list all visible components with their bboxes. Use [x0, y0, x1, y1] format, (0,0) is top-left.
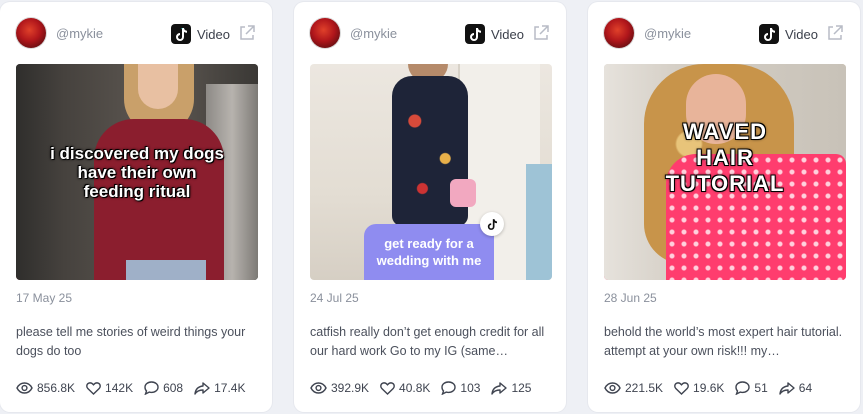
post-date: 24 Jul 25: [310, 291, 359, 305]
engagement-stats: 392.9K 40.8K 103 125: [310, 378, 556, 398]
likes-stat: 142K: [86, 381, 133, 395]
likes-count: 40.8K: [399, 381, 431, 395]
share-arrow-icon: [779, 381, 795, 395]
comments-stat: 103: [441, 381, 480, 395]
creator-handle[interactable]: @mykie: [56, 26, 103, 41]
thumbnail-caption-overlay: WAVED HAIR TUTORIAL: [665, 119, 785, 196]
platform-badge: Video: [464, 23, 524, 45]
shares-stat: 64: [779, 381, 812, 395]
post-caption: behold the world’s most expert hair tuto…: [604, 325, 843, 358]
post-date: 28 Jun 25: [604, 291, 657, 305]
comments-count: 608: [163, 381, 184, 395]
heart-icon: [380, 381, 395, 395]
comments-stat: 608: [144, 381, 183, 395]
post-caption: catfish really don’t get enough credit f…: [310, 325, 545, 358]
likes-count: 142K: [105, 381, 134, 395]
views-stat: 392.9K: [310, 381, 369, 395]
shares-stat: 125: [491, 381, 531, 395]
engagement-stats: 221.5K 19.6K 51 64: [604, 378, 850, 398]
views-count: 221.5K: [625, 381, 664, 395]
platform-label: Video: [490, 26, 524, 42]
card-header: @mykie Video: [310, 18, 550, 50]
views-count: 856.8K: [37, 381, 76, 395]
shares-stat: 17.4K: [194, 381, 245, 395]
comments-stat: 51: [735, 381, 768, 395]
share-arrow-icon: [194, 381, 210, 395]
engagement-stats: 856.8K 142K 608 17.4K: [16, 378, 262, 398]
video-thumbnail[interactable]: WAVED HAIR TUTORIAL: [604, 64, 846, 280]
shares-count: 125: [511, 381, 532, 395]
comments-count: 103: [460, 381, 481, 395]
video-card[interactable]: @mykie Video get ready for a wedding wit…: [294, 2, 566, 412]
views-stat: 856.8K: [16, 381, 75, 395]
video-thumbnail[interactable]: i discovered my dogs have their own feed…: [16, 64, 258, 280]
thumbnail-shelf: [526, 164, 552, 280]
video-card[interactable]: @mykie Video WAVED HAIR TUTORIAL 28 Jun …: [588, 2, 860, 412]
comment-bubble-icon: [735, 381, 751, 395]
eye-icon: [310, 382, 327, 394]
video-thumbnail[interactable]: get ready for a wedding with me: [310, 64, 552, 280]
thumbnail-caption-overlay: i discovered my dogs have their own feed…: [50, 144, 224, 201]
external-link-icon[interactable]: [238, 24, 256, 42]
eye-icon: [16, 382, 33, 394]
likes-stat: 19.6K: [674, 381, 724, 395]
comment-bubble-icon: [144, 381, 159, 395]
shares-count: 17.4K: [214, 381, 246, 395]
eye-icon: [604, 382, 621, 394]
external-link-icon[interactable]: [532, 24, 550, 42]
tiktok-logo-icon: [758, 24, 779, 44]
platform-badge: Video: [758, 23, 818, 45]
share-arrow-icon: [491, 381, 508, 395]
platform-label: Video: [784, 26, 818, 42]
creator-handle[interactable]: @mykie: [350, 26, 397, 41]
likes-stat: 40.8K: [380, 381, 430, 395]
heart-icon: [86, 381, 101, 395]
comments-count: 51: [754, 381, 768, 395]
tiktok-logo-icon: [464, 24, 485, 44]
external-link-icon[interactable]: [826, 24, 844, 42]
avatar[interactable]: [310, 18, 340, 48]
heart-icon: [674, 381, 689, 395]
tiktok-watermark-icon: [480, 212, 504, 236]
avatar[interactable]: [604, 18, 634, 48]
thumbnail-handbag: [450, 179, 476, 207]
post-date: 17 May 25: [16, 291, 73, 305]
card-header: @mykie Video: [16, 18, 256, 50]
views-count: 392.9K: [331, 381, 370, 395]
card-header: @mykie Video: [604, 18, 844, 50]
avatar[interactable]: [16, 18, 46, 48]
platform-badge: Video: [170, 23, 230, 45]
comment-bubble-icon: [441, 381, 457, 395]
views-stat: 221.5K: [604, 381, 663, 395]
likes-count: 19.6K: [693, 381, 725, 395]
platform-label: Video: [196, 26, 230, 42]
thumbnail-face: [138, 64, 178, 109]
creator-handle[interactable]: @mykie: [644, 26, 691, 41]
video-card[interactable]: @mykie Video i discovered my dogs have t…: [0, 2, 272, 412]
shares-count: 64: [798, 381, 813, 395]
post-caption: please tell me stories of weird things y…: [16, 325, 246, 358]
thumbnail-jeans: [126, 260, 206, 280]
tiktok-logo-icon: [170, 24, 191, 44]
thumbnail-caption-overlay: get ready for a wedding with me: [364, 224, 494, 280]
